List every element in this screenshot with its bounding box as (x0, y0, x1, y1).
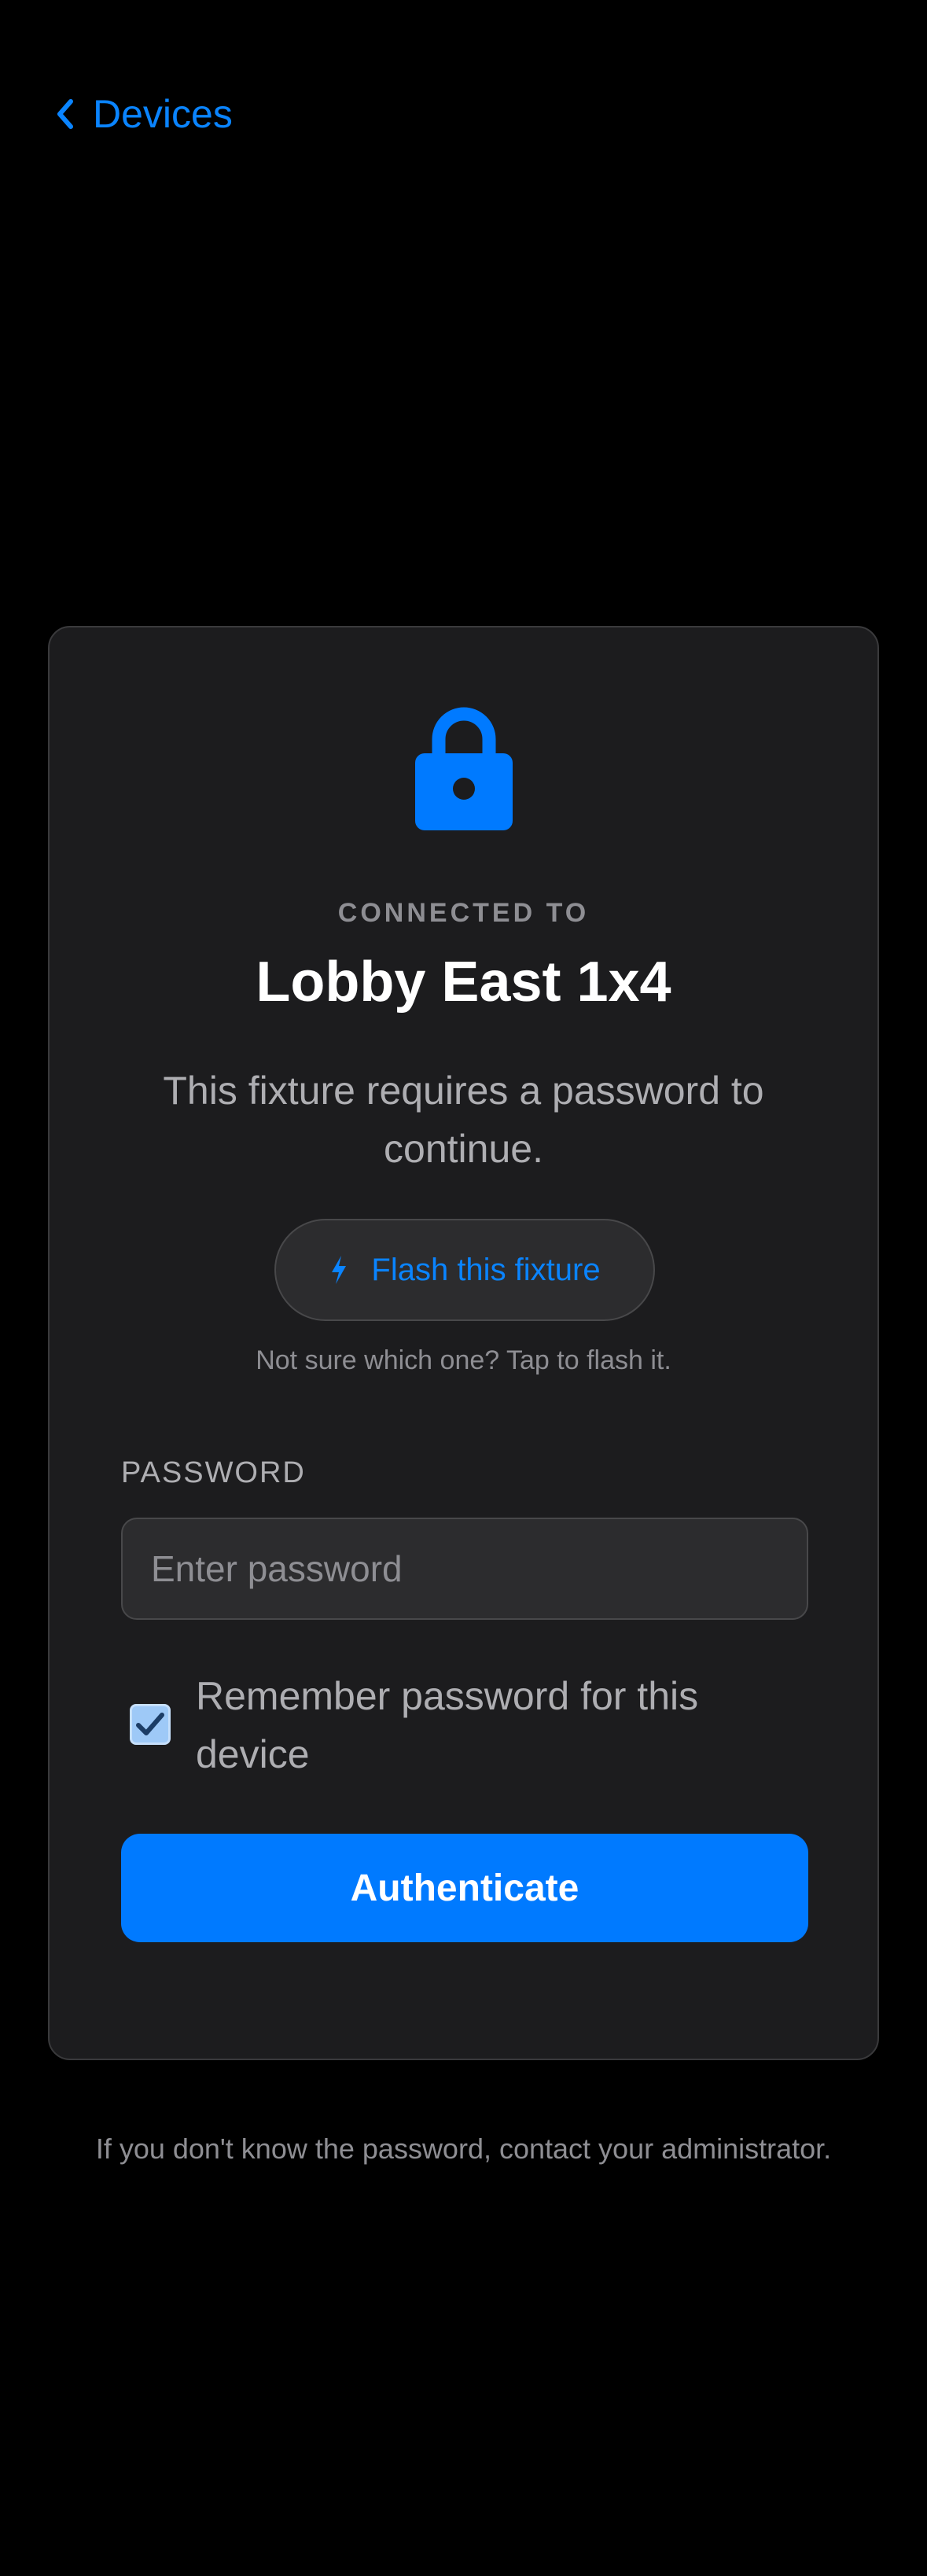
lock-icon (415, 707, 513, 830)
connected-to-label: CONNECTED TO (337, 898, 590, 928)
authentication-card: CONNECTED TO Lobby East 1x4 This fixture… (48, 626, 879, 2060)
authenticate-button[interactable]: Authenticate (121, 1834, 808, 1942)
lightning-bolt-icon (332, 1256, 347, 1284)
flash-fixture-button[interactable]: Flash this fixture (274, 1219, 655, 1321)
password-required-message: This fixture requires a password to cont… (163, 1069, 764, 1171)
device-name: Lobby East 1x4 (256, 951, 671, 1014)
password-input[interactable] (121, 1518, 808, 1620)
flash-fixture-label: Flash this fixture (371, 1252, 601, 1287)
password-label: PASSWORD (121, 1456, 306, 1489)
back-button-label: Devices (93, 92, 233, 136)
chevron-left-icon (57, 99, 73, 129)
checkmark-icon (136, 1713, 164, 1735)
remember-password-label[interactable]: Remember password for this device (196, 1667, 793, 1783)
back-button[interactable]: Devices (55, 86, 233, 142)
flash-hint: Not sure which one? Tap to flash it. (256, 1345, 671, 1375)
administrator-note: If you don't know the password, contact … (95, 2133, 832, 2165)
remember-password-checkbox[interactable] (130, 1704, 171, 1745)
